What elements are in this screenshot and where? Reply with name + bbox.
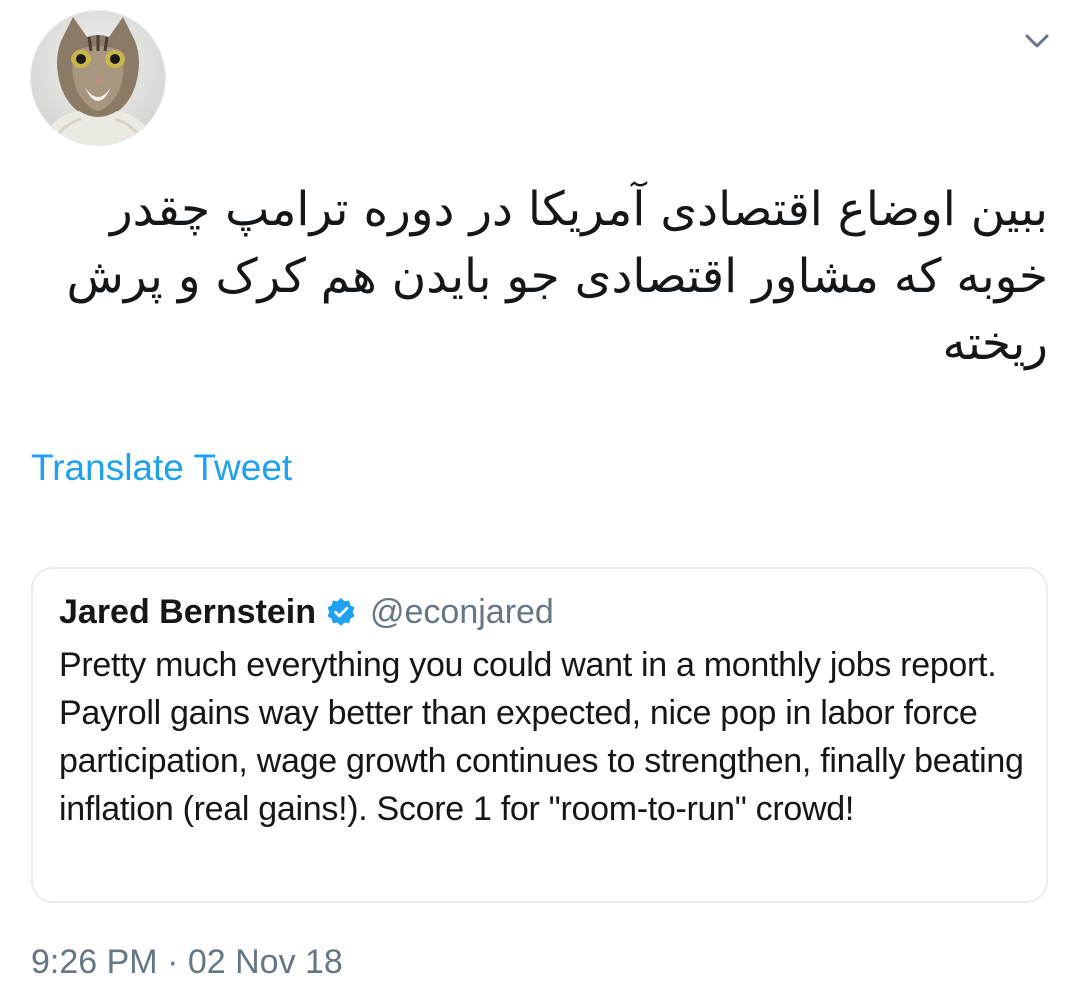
verified-badge-icon <box>326 597 356 627</box>
cat-avatar-image <box>31 11 165 145</box>
quoted-author-handle[interactable]: @econjared <box>370 593 554 632</box>
tweet-timestamp[interactable]: 9:26 PM · 02 Nov 18 <box>31 940 343 984</box>
quoted-tweet-card[interactable]: Jared Bernstein @econjared Pretty much e… <box>31 567 1048 903</box>
quoted-author-name[interactable]: Jared Bernstein <box>59 593 316 632</box>
translate-tweet-link[interactable]: Translate Tweet <box>31 444 292 492</box>
quoted-tweet-text: Pretty much everything you could want in… <box>59 646 1024 828</box>
chevron-down-icon[interactable] <box>1020 28 1054 54</box>
avatar[interactable] <box>30 10 166 146</box>
tweet-text: ببین اوضاع اقتصادی آمریکا در دوره ترامپ … <box>66 182 1049 371</box>
quoted-tweet-header: Jared Bernstein @econjared <box>59 589 554 635</box>
